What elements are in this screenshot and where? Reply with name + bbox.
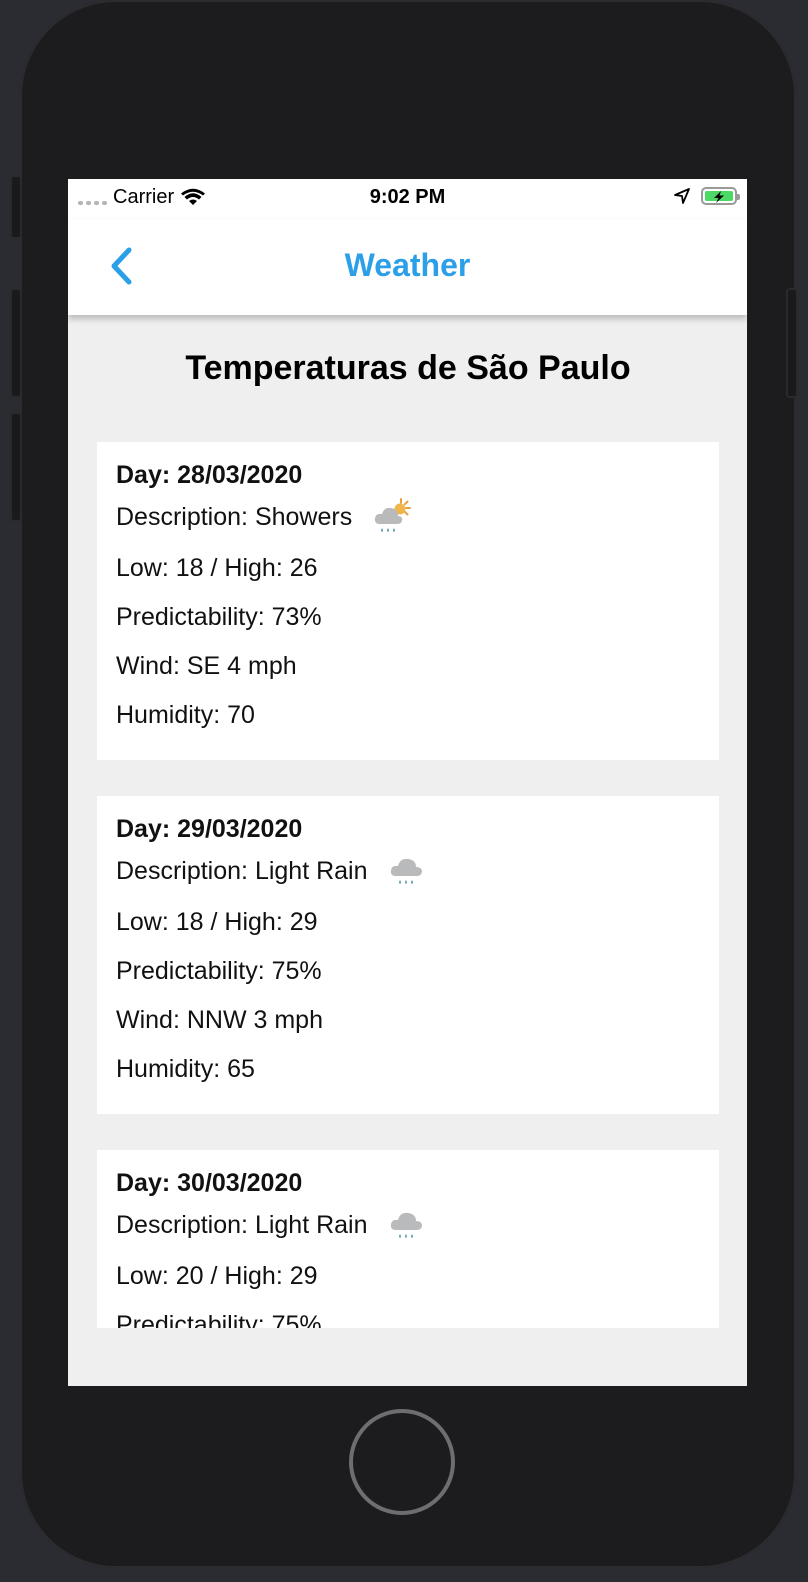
light-rain-icon [390,858,422,884]
forecast-card: Day: 28/03/2020 Description: Showers Low… [97,442,719,760]
forecast-card: Day: 29/03/2020 Description: Light Rain … [97,796,719,1114]
forecast-description: Description: Light Rain [116,856,368,885]
forecast-description: Description: Light Rain [116,1210,368,1239]
light-rain-icon [390,1212,422,1238]
navigation-bar: Weather [68,219,747,315]
home-button[interactable] [349,1409,455,1515]
forecast-predictability: Predictability: 75% [116,957,322,985]
volume-up-button [10,288,22,398]
forecast-card: Day: 30/03/2020 Description: Light Rain … [97,1150,719,1328]
forecast-predictability: Predictability: 75% [116,1311,322,1328]
nav-title: Weather [344,247,471,283]
forecast-predictability: Predictability: 73% [116,603,322,631]
volume-down-button [10,412,22,522]
forecast-scroll-view[interactable]: Temperaturas de São Paulo Day: 28/03/202… [97,345,719,1358]
power-button [786,288,798,398]
page-header: Temperaturas de São Paulo [97,345,719,442]
showers-icon [375,498,412,532]
forecast-low-high: Low: 18 / High: 26 [116,554,318,582]
status-bar: Carrier 9:02 PM [68,179,747,219]
mute-switch [10,175,22,239]
status-time: 9:02 PM [369,186,446,208]
forecast-low-high: Low: 18 / High: 29 [116,908,318,936]
forecast-low-high: Low: 20 / High: 29 [116,1262,318,1290]
forecast-humidity: Humidity: 65 [116,1055,255,1083]
location-arrow-icon [674,188,690,204]
forecast-day: Day: 29/03/2020 [116,815,303,843]
charging-bolt-icon [714,191,724,203]
forecast-wind: Wind: NNW 3 mph [116,1006,323,1034]
forecast-description: Description: Showers [116,502,353,531]
forecast-wind: Wind: SE 4 mph [116,652,297,680]
page-title: Temperaturas de São Paulo [185,349,631,387]
forecast-humidity: Humidity: 70 [116,701,255,729]
forecast-day: Day: 28/03/2020 [116,461,303,489]
forecast-day: Day: 30/03/2020 [116,1169,303,1197]
app-screen: Carrier 9:02 PM Weather Temperaturas de … [68,179,747,1386]
battery-icon [701,187,740,205]
